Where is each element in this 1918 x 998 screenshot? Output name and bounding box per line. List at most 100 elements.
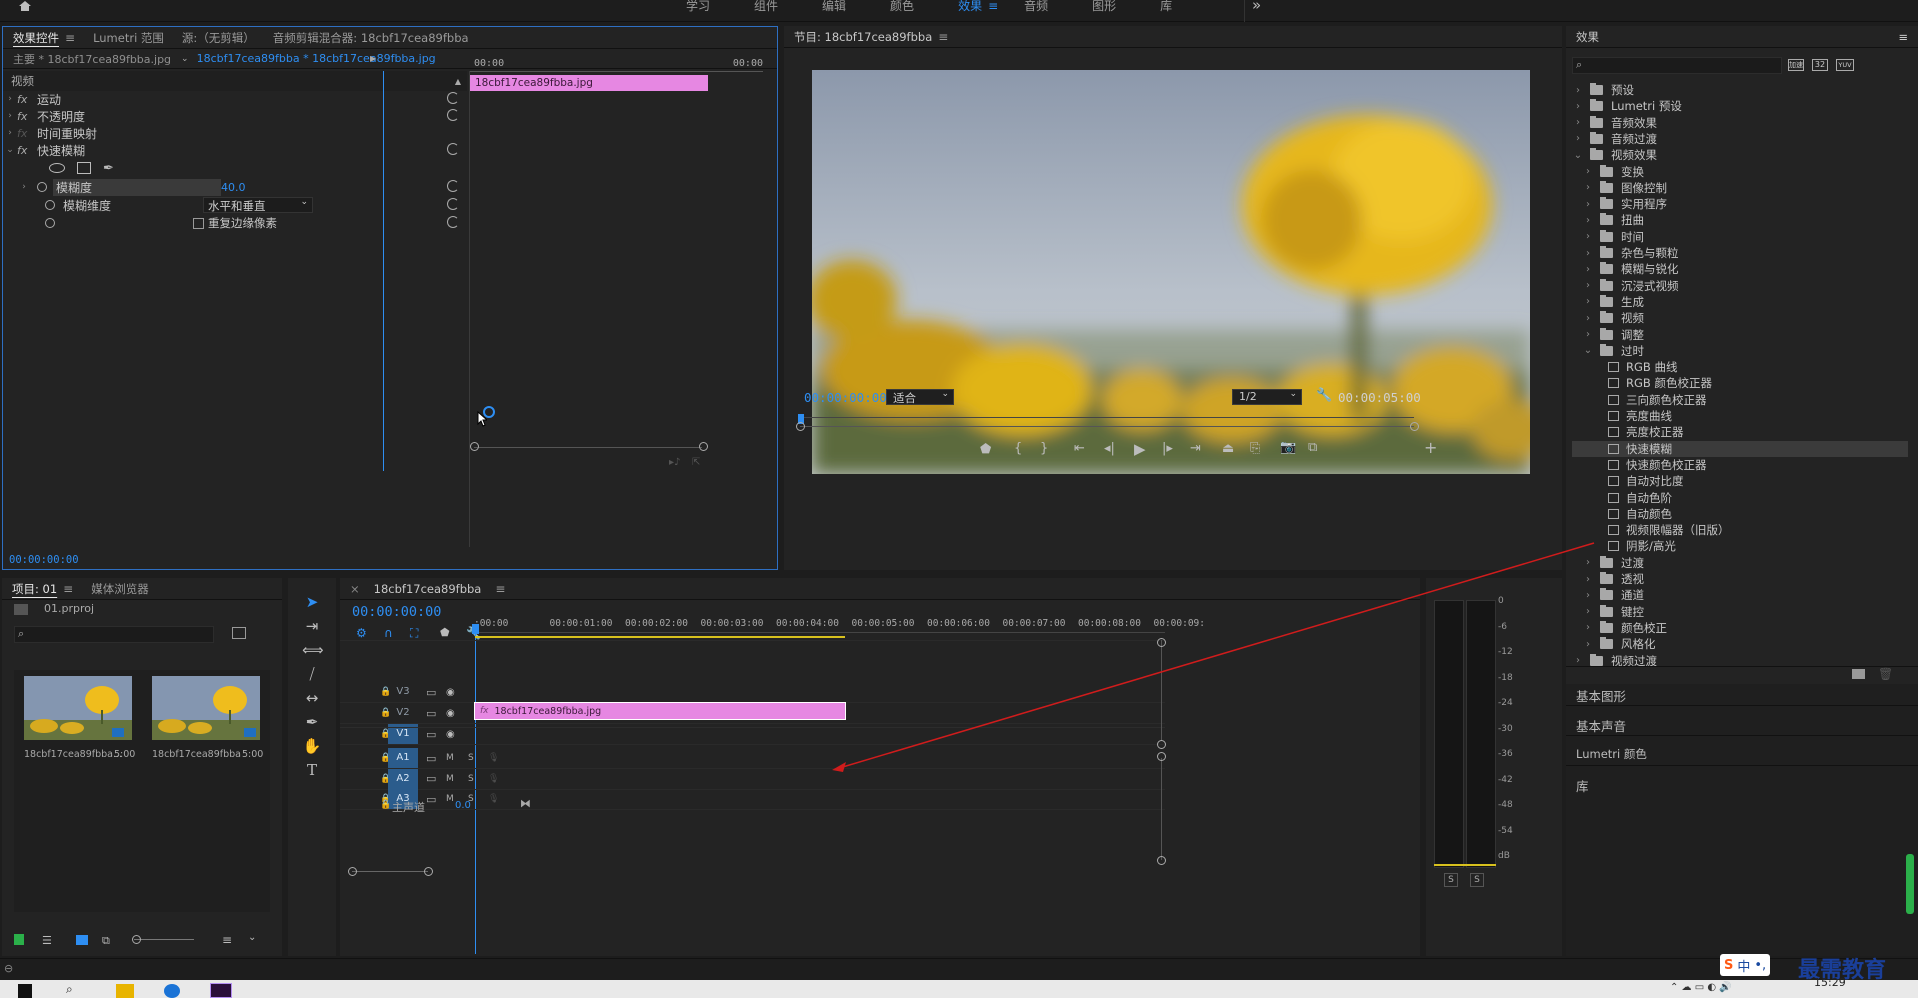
expand-icon[interactable]: › bbox=[1582, 557, 1594, 568]
expand-icon[interactable]: › bbox=[1582, 280, 1594, 291]
timeline-timecode[interactable]: 00:00:00:00 bbox=[352, 604, 441, 620]
master-clip-label[interactable]: 主要 * 18cbf17cea89fbba.jpg bbox=[13, 51, 171, 67]
reset-icon[interactable] bbox=[447, 143, 459, 155]
stopwatch-icon[interactable] bbox=[45, 218, 55, 228]
effect-folder[interactable]: › 预设 bbox=[1572, 82, 1908, 98]
panel-menu-icon[interactable]: ≡ bbox=[63, 582, 73, 596]
effect-item[interactable]: 亮度校正器 bbox=[1572, 424, 1908, 440]
chevron-down-icon[interactable]: ⌄ bbox=[181, 54, 189, 64]
expand-icon[interactable]: › bbox=[1582, 248, 1594, 259]
sync-lock-icon[interactable]: ▭ bbox=[426, 707, 436, 720]
master-volume-value[interactable]: 0.0 bbox=[455, 800, 471, 811]
side-scroll-indicator[interactable] bbox=[1906, 854, 1914, 914]
ec-scrollbar[interactable] bbox=[474, 447, 702, 448]
solo-left-button[interactable]: S bbox=[1444, 873, 1458, 887]
expand-icon[interactable]: › bbox=[1582, 639, 1594, 650]
lock-icon[interactable] bbox=[14, 934, 24, 945]
eye-icon[interactable]: ◉ bbox=[446, 687, 455, 698]
expand-icon[interactable]: › bbox=[1572, 133, 1584, 144]
expand-icon[interactable]: › bbox=[3, 111, 17, 121]
search-icon[interactable]: ⌕ bbox=[66, 982, 73, 997]
expand-icon[interactable]: › bbox=[1582, 182, 1594, 193]
track-target-toggle[interactable]: V2 bbox=[388, 703, 418, 723]
hscroll-handle[interactable] bbox=[424, 867, 433, 876]
freeform-view-icon[interactable]: ⧉ bbox=[102, 934, 110, 948]
effect-item[interactable]: 自动颜色 bbox=[1572, 506, 1908, 522]
effects-search-input[interactable]: ⌕ bbox=[1572, 57, 1782, 74]
effect-folder[interactable]: › 沉浸式视频 bbox=[1572, 278, 1908, 294]
effect-folder[interactable]: › 透视 bbox=[1572, 571, 1908, 587]
vscroll-handle[interactable] bbox=[1157, 856, 1166, 865]
ec-timecode[interactable]: 00:00:00:00 bbox=[9, 554, 79, 566]
scroll-handle-right[interactable] bbox=[699, 442, 708, 451]
expand-icon[interactable]: › bbox=[1572, 101, 1584, 112]
add-marker-icon[interactable]: ⬟ bbox=[980, 442, 991, 457]
sync-lock-icon[interactable]: ▭ bbox=[426, 686, 436, 699]
snap-magnet-icon[interactable]: ∩ bbox=[384, 626, 393, 640]
repeat-edge-checkbox[interactable] bbox=[193, 217, 204, 229]
effect-folder[interactable]: ⌄ 过时 bbox=[1572, 343, 1908, 359]
zoom-handle-right[interactable] bbox=[1410, 422, 1419, 431]
workspace-tab[interactable]: 颜色 bbox=[868, 0, 936, 12]
effect-folder[interactable]: › 变换 bbox=[1572, 164, 1908, 180]
sort-icon[interactable]: ≡ bbox=[222, 933, 232, 947]
collapse-up-icon[interactable]: ▲ bbox=[455, 77, 461, 86]
type-tool-icon[interactable]: T bbox=[302, 760, 322, 780]
effect-folder[interactable]: › 生成 bbox=[1572, 294, 1908, 310]
effect-item[interactable]: 自动色阶 bbox=[1572, 490, 1908, 506]
premiere-app-icon[interactable] bbox=[210, 983, 232, 998]
home-icon[interactable] bbox=[18, 0, 31, 11]
zoom-handle-left[interactable] bbox=[796, 422, 805, 431]
expand-icon[interactable]: › bbox=[1582, 590, 1594, 601]
timeline-hscroll[interactable] bbox=[352, 871, 428, 872]
fx-badge[interactable]: fx bbox=[17, 110, 37, 123]
tab-lumetri-scopes[interactable]: Lumetri 范围 bbox=[93, 30, 164, 46]
vscroll-handle[interactable] bbox=[1157, 752, 1166, 761]
hand-tool-icon[interactable]: ✋ bbox=[302, 736, 322, 756]
program-zoom-bar[interactable] bbox=[800, 426, 1414, 427]
solo-right-button[interactable]: S bbox=[1470, 873, 1484, 887]
program-title[interactable]: 节目: 18cbf17cea89fbba bbox=[794, 29, 932, 45]
expand-icon[interactable]: › bbox=[1582, 574, 1594, 585]
lift-icon[interactable]: ⏏ bbox=[1222, 441, 1234, 456]
expand-icon[interactable]: › bbox=[1582, 606, 1594, 617]
eye-icon[interactable]: ◉ bbox=[446, 708, 455, 719]
workspace-tab[interactable]: 组件 bbox=[732, 0, 800, 12]
effect-folder[interactable]: › 实用程序 bbox=[1572, 196, 1908, 212]
windows-start-icon[interactable] bbox=[18, 984, 32, 998]
microphone-icon[interactable]: 🎙 bbox=[488, 753, 499, 763]
tab-project[interactable]: 项目: 01 bbox=[12, 581, 57, 597]
blur-dimensions-select[interactable]: 水平和垂直 ⌄ bbox=[203, 197, 313, 213]
project-item-thumbnail[interactable] bbox=[152, 676, 260, 740]
solo-button[interactable]: S bbox=[468, 753, 474, 763]
effect-folder[interactable]: ⌄ 视频效果 bbox=[1572, 147, 1908, 163]
slip-tool-icon[interactable]: ↔ bbox=[302, 688, 322, 708]
expand-icon[interactable]: › bbox=[1572, 85, 1584, 96]
audio-vscroll[interactable] bbox=[1161, 758, 1162, 860]
collapse-icon[interactable]: ⌄ bbox=[1572, 150, 1584, 161]
effect-folder[interactable]: › 过渡 bbox=[1572, 555, 1908, 571]
reset-icon[interactable] bbox=[447, 92, 459, 104]
effect-item[interactable]: 亮度曲线 bbox=[1572, 408, 1908, 424]
work-area-bar[interactable] bbox=[475, 636, 845, 638]
trash-icon[interactable]: 🗑 bbox=[1878, 667, 1893, 681]
play-icon[interactable]: ▶ bbox=[1134, 440, 1146, 458]
add-button[interactable]: + bbox=[1424, 438, 1437, 457]
panel-menu-icon[interactable]: ≡ bbox=[1898, 30, 1908, 44]
program-timecode[interactable]: 00:00:00:00 bbox=[804, 390, 887, 405]
effect-folder[interactable]: › 调整 bbox=[1572, 327, 1908, 343]
ec-clip-bar[interactable]: 18cbf17cea89fbba.jpg bbox=[470, 75, 708, 91]
accelerated-effects-icon[interactable]: 加速 bbox=[1788, 59, 1804, 71]
collapse-icon[interactable]: ⌄ bbox=[3, 145, 17, 155]
video-vscroll[interactable] bbox=[1161, 640, 1162, 740]
step-forward-icon[interactable]: |▸ bbox=[1162, 441, 1173, 456]
mark-out-icon[interactable]: } bbox=[1040, 441, 1048, 456]
ellipse-mask-icon[interactable] bbox=[49, 163, 65, 173]
list-view-icon[interactable]: ☰ bbox=[42, 934, 52, 947]
reset-icon[interactable] bbox=[447, 109, 459, 121]
effect-item[interactable]: 快速模糊 bbox=[1572, 440, 1908, 457]
workspace-tab[interactable]: 音频 bbox=[1002, 0, 1070, 12]
effect-folder[interactable]: › 时间 bbox=[1572, 229, 1908, 245]
effect-folder[interactable]: › 通道 bbox=[1572, 587, 1908, 603]
razor-tool-icon[interactable]: ⧸ bbox=[302, 664, 322, 684]
